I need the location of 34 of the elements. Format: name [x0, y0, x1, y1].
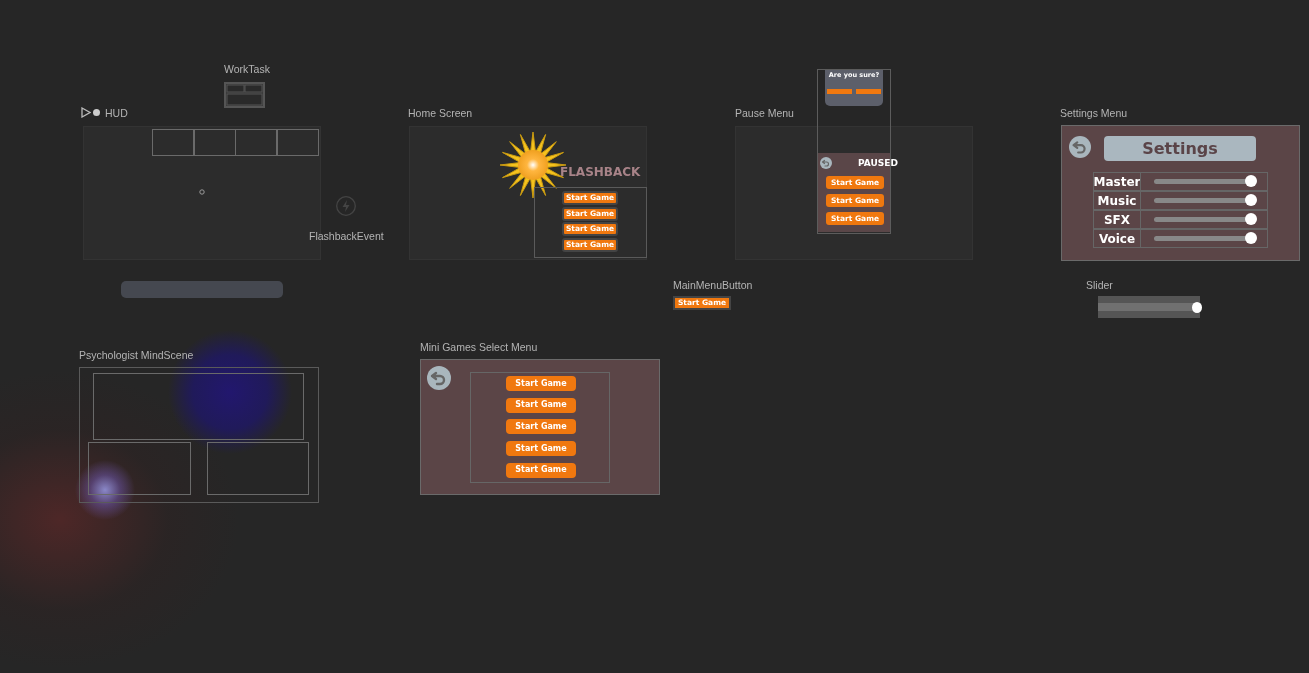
node-label: WorkTask: [224, 64, 270, 75]
lightning-icon: [336, 196, 356, 216]
hud-slot: [276, 129, 319, 156]
menu-title: PAUSED: [858, 159, 898, 168]
menu-button[interactable]: Start Game: [506, 419, 576, 435]
node-label: FlashbackEvent: [309, 231, 384, 242]
node-label: Mini Games Select Menu: [420, 342, 538, 353]
layout-icon: [224, 82, 265, 108]
slider-thumb[interactable]: [1191, 302, 1202, 313]
play-icon: [81, 107, 91, 118]
channel-label: Voice: [1093, 229, 1141, 248]
node-label: Slider: [1086, 280, 1113, 291]
menu-button[interactable]: Start Game: [506, 441, 576, 457]
back-icon: [820, 157, 832, 169]
node-label: Psychologist MindScene: [79, 350, 194, 361]
back-icon: [1069, 136, 1091, 158]
title-banner: Settings: [1104, 136, 1256, 161]
node-label: Pause Menu: [735, 108, 794, 119]
node-label: MainMenuButton: [673, 280, 753, 291]
crosshair-icon: [199, 189, 205, 195]
node-label: Home Screen: [408, 108, 473, 119]
hud-slot: [234, 129, 278, 156]
logo-text: FLASHBACK: [560, 166, 641, 178]
node-label: Settings Menu: [1060, 108, 1128, 119]
back-icon: [427, 366, 451, 390]
channel-label: Master: [1093, 172, 1141, 191]
dialog-panel: [825, 70, 883, 106]
node-label: HUD: [105, 108, 128, 119]
hud-slot: [193, 129, 237, 156]
dot-icon: [93, 109, 100, 116]
hud-slot: [152, 129, 195, 156]
channel-label: Music: [1093, 191, 1141, 210]
menu-button[interactable]: Start Game: [506, 376, 576, 391]
channel-label: SFX: [1093, 210, 1141, 229]
